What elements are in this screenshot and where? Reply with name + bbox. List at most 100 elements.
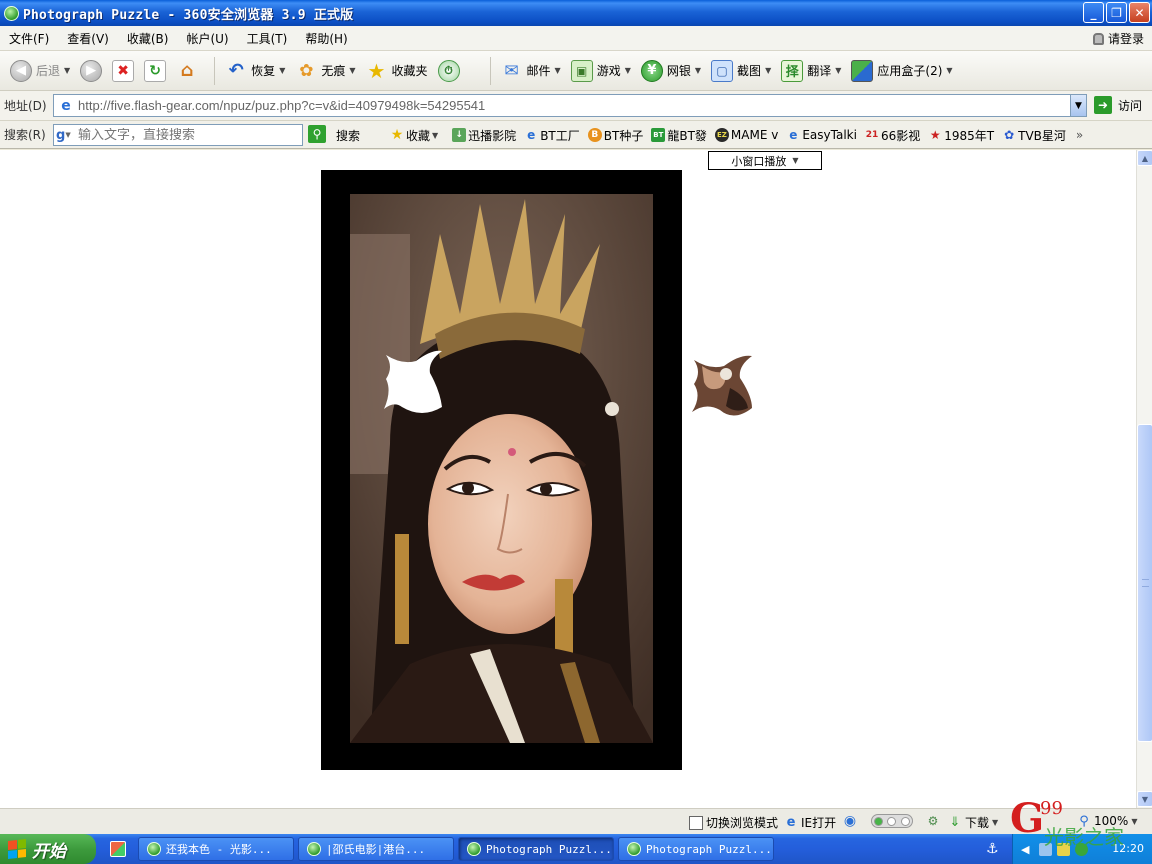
screenshot-dropdown-icon[interactable]: ▼ [765, 66, 771, 75]
quick-launch-icon[interactable] [110, 841, 126, 857]
search-button[interactable]: 搜索 [336, 127, 360, 144]
task-button[interactable]: |邵氏电影|港台... [298, 837, 454, 861]
favorites-menu[interactable]: ★ 收藏 ▼ [390, 127, 438, 144]
security-button[interactable]: ◉ [843, 813, 857, 829]
minimize-button[interactable]: _ [1083, 2, 1104, 23]
task-button[interactable]: Photograph Puzzl... [618, 837, 774, 861]
appbox-dropdown-icon[interactable]: ▼ [946, 66, 952, 75]
puzzle-photo [350, 194, 653, 743]
forward-button[interactable]: ▶ [80, 59, 103, 82]
ie-open-label: IE打开 [801, 816, 837, 830]
fav-link-4[interactable]: BT 龍BT發 [651, 127, 707, 144]
speed-button[interactable]: ⏱ [437, 59, 460, 82]
windows-logo-icon [8, 839, 26, 859]
fav-link-8[interactable]: ★ 1985年T [928, 127, 994, 144]
loose-puzzle-piece[interactable] [690, 352, 756, 422]
back-button[interactable]: ◀ 后退 ▼ [10, 59, 70, 82]
search-icon[interactable]: ⚲ [308, 125, 326, 143]
translate-button[interactable]: 择 翻译 ▼ [781, 59, 841, 82]
mail-dropdown-icon[interactable]: ▼ [555, 66, 561, 75]
menu-tools[interactable]: 工具(T) [238, 30, 297, 47]
tools-button[interactable]: ⚙ [926, 814, 940, 828]
ie-open-button[interactable]: e IE打开 [784, 814, 837, 831]
favorites-bar: ★ 收藏 ▼ ↓ 迅播影院 e BT工厂 B BT种子 BT 龍BT發 EZ M… [390, 125, 1084, 145]
more-favorites-icon[interactable]: » [1076, 128, 1083, 142]
svg-text:光影之家: 光影之家 [1044, 825, 1124, 849]
address-field[interactable]: e http://five.flash-gear.com/npuz/puz.ph… [53, 94, 1087, 117]
mail-button[interactable]: ✉ 邮件 ▼ [501, 60, 561, 82]
speed-toggle[interactable] [871, 814, 913, 828]
maximize-button[interactable]: ❐ [1106, 2, 1127, 23]
task-button[interactable]: 还我本色 - 光影... [138, 837, 294, 861]
window-title: Photograph Puzzle - 360安全浏览器 3.9 正式版 [23, 7, 354, 23]
start-button[interactable]: 开始 [0, 834, 96, 864]
popup-play-label: 小窗口播放 [731, 154, 787, 168]
close-button[interactable]: ✕ [1129, 2, 1150, 23]
anchor-icon[interactable]: ⚓ [986, 841, 999, 857]
site-icon: 21 [865, 130, 879, 140]
fav-link-6[interactable]: e EasyTalki [786, 128, 857, 142]
cube-icon [851, 59, 874, 82]
download-button[interactable]: ⇓ 下载 ▼ [948, 814, 999, 831]
search-field[interactable]: g ▼ [53, 124, 303, 146]
bank-button[interactable]: ¥ 网银 ▼ [640, 59, 701, 82]
incognito-button[interactable]: ✿ 无痕 ▼ [295, 60, 355, 82]
menu-file[interactable]: 文件(F) [0, 30, 58, 47]
task-button-active[interactable]: Photograph Puzzl... [458, 837, 614, 861]
fav-link-label: BT种子 [603, 128, 644, 143]
address-dropdown-icon[interactable]: ▼ [1070, 95, 1086, 116]
incognito-dropdown-icon[interactable]: ▼ [349, 66, 355, 75]
taskbar: 开始 还我本色 - 光影... |邵氏电影|港台... Photograph P… [0, 834, 1152, 864]
task-label: |邵氏电影|港台... [326, 843, 426, 856]
address-url[interactable]: http://five.flash-gear.com/npuz/puz.php?… [78, 98, 485, 113]
fav-link-5[interactable]: EZ MAME v [714, 128, 778, 142]
favorites-button[interactable]: ★ 收藏夹 [366, 59, 428, 83]
svg-text:99: 99 [1040, 798, 1063, 819]
stop-button[interactable]: ✖ [112, 59, 135, 82]
menu-view[interactable]: 查看(V) [58, 30, 118, 47]
back-label: 后退 [36, 64, 61, 78]
games-dropdown-icon[interactable]: ▼ [625, 66, 631, 75]
games-button[interactable]: ▣ 游戏 ▼ [570, 59, 631, 82]
refresh-button[interactable]: ↻ [144, 59, 167, 82]
search-engine-icon[interactable]: g ▼ [56, 127, 78, 143]
translate-dropdown-icon[interactable]: ▼ [835, 66, 841, 75]
search-bar: 搜索(R) g▼ ⚲ 搜索 ★ 收藏 ▼ ↓ 迅播影院 e BT工厂 B BT种… [0, 121, 1152, 149]
fav-link-7[interactable]: 21 66影视 [865, 127, 921, 144]
appbox-button[interactable]: 应用盒子(2) ▼ [851, 59, 953, 82]
scroll-thumb[interactable] [1137, 424, 1152, 742]
restore-dropdown-icon[interactable]: ▼ [279, 66, 285, 75]
puzzle-board[interactable] [321, 170, 682, 770]
fav-link-9[interactable]: ✿ TVB星河 [1002, 127, 1066, 144]
menu-help[interactable]: 帮助(H) [296, 30, 356, 47]
vertical-scrollbar[interactable]: ▲ ▼ [1136, 150, 1152, 808]
address-label: 地址(D) [4, 99, 47, 113]
popup-play-button[interactable]: 小窗口播放 ▼ [708, 151, 822, 170]
screenshot-button[interactable]: ▢ 截图 ▼ [711, 59, 771, 82]
restore-button[interactable]: ↶ 恢复 ▼ [225, 60, 286, 82]
fav-link-1[interactable]: ↓ 迅播影院 [452, 127, 516, 144]
fav-link-label: 龍BT發 [667, 128, 707, 143]
ie-page-icon: e [527, 128, 536, 142]
home-button[interactable]: ⌂ [176, 60, 198, 82]
toolbar-separator [214, 56, 216, 85]
back-dropdown-icon[interactable]: ▼ [64, 66, 70, 75]
bank-icon: ¥ [640, 59, 663, 82]
fav-link-3[interactable]: B BT种子 [587, 127, 644, 144]
fav-link-2[interactable]: e BT工厂 [524, 127, 580, 144]
search-input[interactable] [78, 127, 288, 143]
bank-dropdown-icon[interactable]: ▼ [695, 66, 701, 75]
menu-favorites[interactable]: 收藏(B) [118, 30, 178, 47]
login-link[interactable]: 请登录 [1092, 30, 1144, 47]
menu-account[interactable]: 帐户(U) [177, 30, 237, 47]
bt-green-icon: BT [651, 128, 666, 142]
go-button[interactable]: ➜ 访问 [1094, 96, 1142, 114]
lock-icon [1092, 32, 1104, 45]
site-watermark-logo: G 99 光影之家 [1010, 795, 1124, 849]
screenshot-icon: ▢ [711, 59, 734, 82]
fav-link-label: 1985年T [944, 128, 995, 143]
mail-label: 邮件 [526, 64, 551, 78]
screenshot-label: 截图 [737, 64, 762, 78]
switch-mode-button[interactable]: 切换浏览模式 [689, 814, 778, 831]
scroll-up-icon[interactable]: ▲ [1137, 150, 1152, 166]
